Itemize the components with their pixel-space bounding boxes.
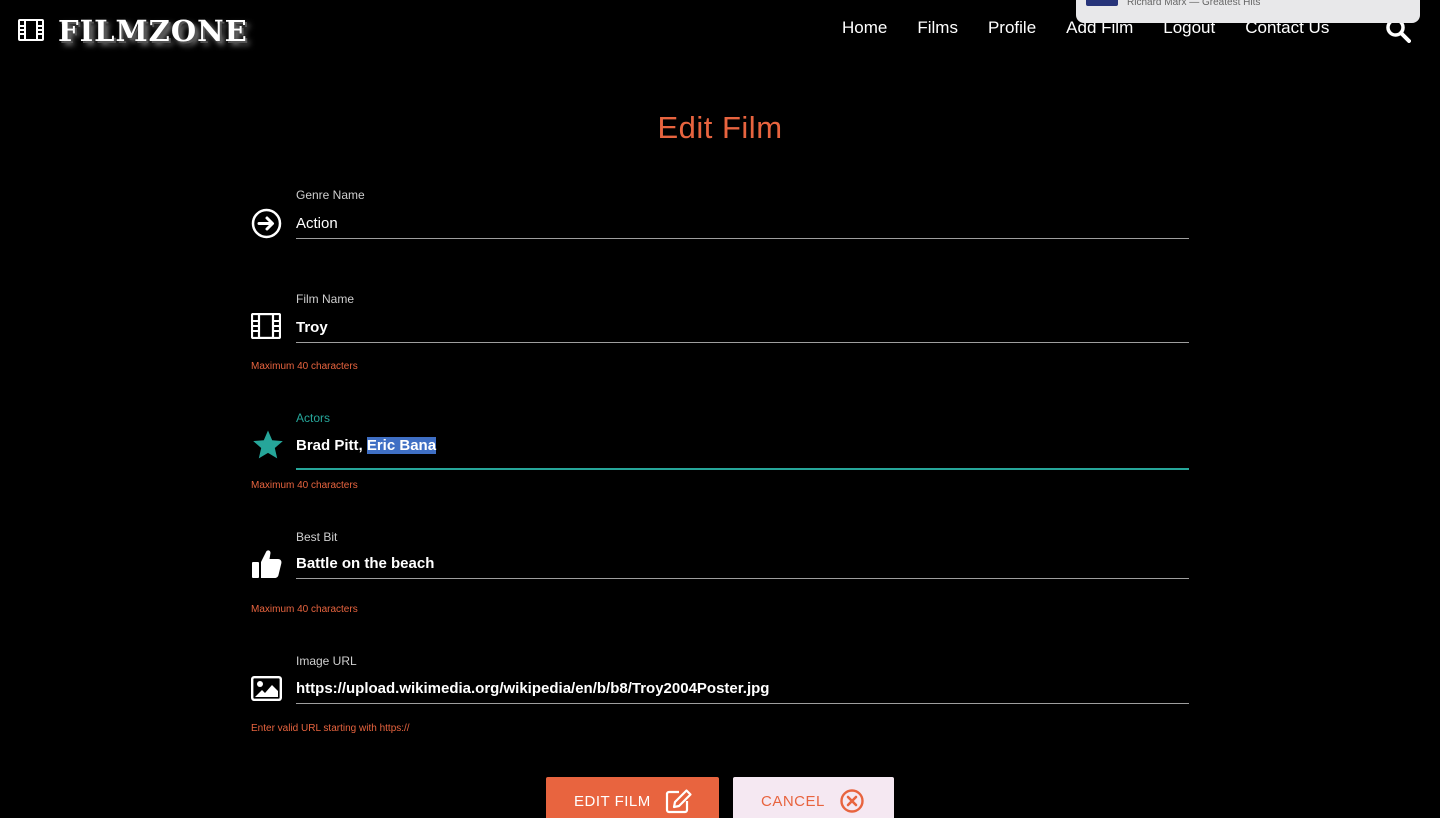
star-icon <box>251 429 285 461</box>
thumbs-up-icon <box>251 548 283 580</box>
best-bit-input[interactable]: Battle on the beach <box>296 549 1189 579</box>
arrow-right-circle-icon <box>251 208 282 239</box>
image-url-input[interactable]: https://upload.wikimedia.org/wikipedia/e… <box>296 674 1189 704</box>
genre-input[interactable]: Action <box>296 209 1189 239</box>
film-icon <box>251 313 281 339</box>
best-bit-field: Best Bit Battle on the beach Maximum 40 … <box>251 530 1189 620</box>
actors-helper: Maximum 40 characters <box>251 480 358 491</box>
image-icon <box>251 676 282 701</box>
close-circle-icon <box>839 788 865 814</box>
edit-film-label: EDIT FILM <box>574 792 651 810</box>
film-icon <box>18 19 46 43</box>
film-name-input[interactable]: Troy <box>296 313 1189 343</box>
film-name-label: Film Name <box>296 292 355 306</box>
edit-film-button[interactable]: EDIT FILM <box>546 777 719 818</box>
film-name-field: Film Name Troy Maximum 40 characters <box>251 292 1189 382</box>
film-name-helper: Maximum 40 characters <box>251 361 358 372</box>
music-track-label: Richard Marx — Greatest Hits <box>1127 0 1261 8</box>
genre-field: Genre Name Action <box>251 188 1189 248</box>
image-url-helper: Enter valid URL starting with https:// <box>251 723 410 734</box>
brand-name: FILMZONE <box>58 14 248 48</box>
image-url-field: Image URL https://upload.wikimedia.org/w… <box>251 654 1189 744</box>
nav-link-films[interactable]: Films <box>917 18 958 38</box>
cancel-label: CANCEL <box>761 792 825 810</box>
cancel-button[interactable]: CANCEL <box>733 777 894 818</box>
brand-logo[interactable]: FILMZONE <box>18 14 248 48</box>
page-title: Edit Film <box>657 110 783 145</box>
genre-label: Genre Name <box>296 188 365 202</box>
nav-link-home[interactable]: Home <box>842 18 887 38</box>
actors-label: Actors <box>296 411 331 425</box>
album-art <box>1086 0 1118 6</box>
music-notification[interactable]: Richard Marx — Greatest Hits <box>1076 0 1420 23</box>
actors-field: Actors Brad Pitt, Eric Bana Maximum 40 c… <box>251 411 1189 501</box>
actors-input[interactable]: Brad Pitt, Eric Bana <box>296 432 1189 470</box>
best-bit-helper: Maximum 40 characters <box>251 604 358 615</box>
actors-selected-text: Eric Bana <box>366 437 437 454</box>
actors-input-text: Brad Pitt, <box>296 437 367 454</box>
image-url-label: Image URL <box>296 654 357 668</box>
edit-icon <box>665 788 693 814</box>
best-bit-label: Best Bit <box>296 530 338 544</box>
nav-link-profile[interactable]: Profile <box>988 18 1036 38</box>
